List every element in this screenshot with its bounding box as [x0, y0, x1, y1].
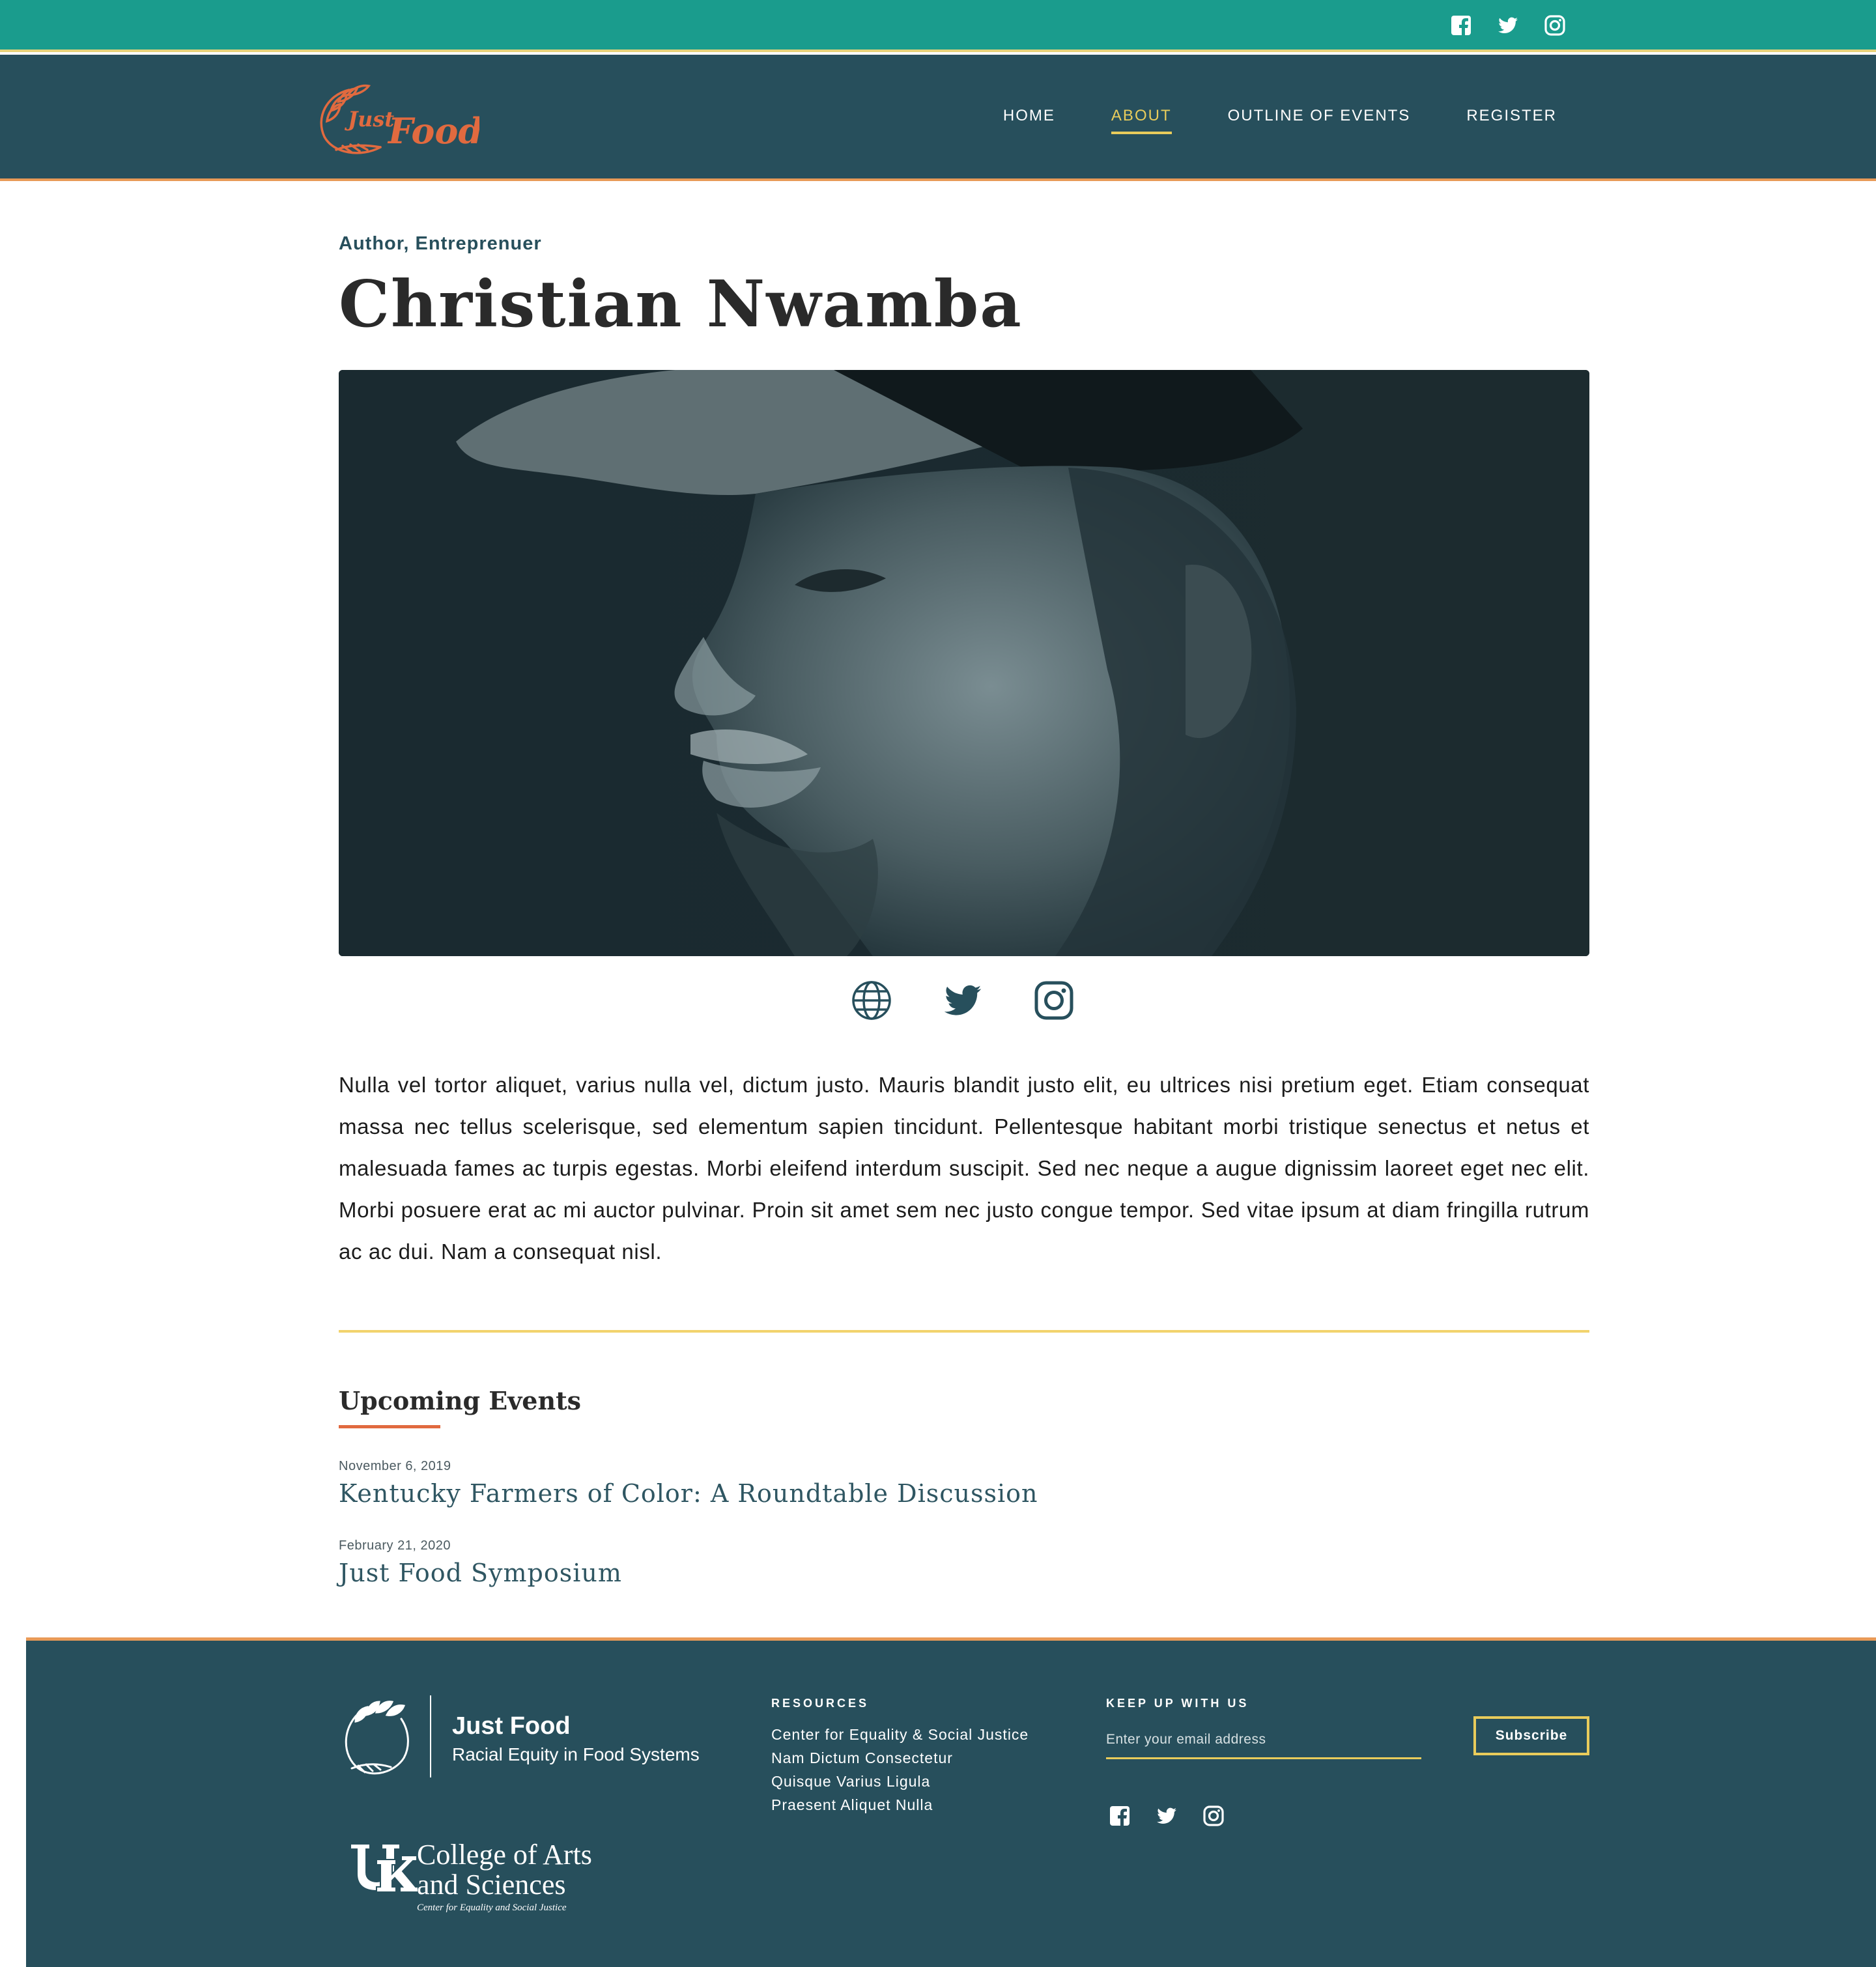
event-date: February 21, 2020 — [339, 1538, 451, 1553]
college-line-1: College of Arts — [417, 1839, 592, 1871]
profile-photo — [339, 370, 1589, 956]
resource-link[interactable]: Praesent Aliquet Nulla — [771, 1793, 1029, 1817]
twitter-icon[interactable] — [1497, 14, 1519, 36]
instagram-icon[interactable] — [1544, 14, 1566, 36]
site-footer: Just Food Racial Equity in Food Systems … — [26, 1637, 1876, 1967]
upcoming-events-heading: Upcoming Events — [339, 1386, 582, 1415]
event-date: November 6, 2019 — [339, 1459, 451, 1473]
top-bar — [0, 0, 1876, 52]
profile-social-links — [851, 980, 1075, 1021]
facebook-icon[interactable] — [1109, 1805, 1131, 1827]
section-divider — [339, 1330, 1589, 1333]
college-text: College of Arts and Sciences Center for … — [417, 1840, 592, 1914]
svg-text:Just: Just — [344, 107, 394, 132]
resource-link[interactable]: Nam Dictum Consectetur — [771, 1746, 1029, 1770]
instagram-icon[interactable] — [1033, 980, 1075, 1021]
profile-name: Christian Nwamba — [339, 267, 1023, 342]
instagram-icon[interactable] — [1202, 1805, 1225, 1827]
nav-about[interactable]: ABOUT — [1111, 107, 1172, 134]
resources-heading: RESOURCES — [771, 1697, 870, 1710]
globe-icon[interactable] — [851, 980, 892, 1021]
twitter-icon[interactable] — [1156, 1805, 1178, 1827]
resources-list: Center for Equality & Social Justice Nam… — [771, 1723, 1029, 1817]
main-nav: Just Food HOME ABOUT OUTLINE OF EVENTS R… — [0, 55, 1876, 181]
profile-role: Author, Entreprenuer — [339, 233, 542, 254]
footer-divider-line — [430, 1695, 431, 1777]
event-item: February 21, 2020 Just Food Symposium — [339, 1538, 622, 1587]
nav-register[interactable]: REGISTER — [1466, 107, 1557, 134]
footer-brand: Just Food Racial Equity in Food Systems — [452, 1712, 700, 1765]
event-item: November 6, 2019 Kentucky Farmers of Col… — [339, 1459, 1038, 1508]
email-field[interactable] — [1106, 1721, 1421, 1759]
subscribe-button[interactable]: Subscribe — [1473, 1716, 1589, 1755]
uk-logo[interactable] — [348, 1841, 419, 1893]
nav-menu: HOME ABOUT OUTLINE OF EVENTS REGISTER — [1003, 107, 1557, 134]
nav-outline-of-events[interactable]: OUTLINE OF EVENTS — [1228, 107, 1411, 134]
event-title-link[interactable]: Kentucky Farmers of Color: A Roundtable … — [339, 1479, 1038, 1508]
college-line-3: Center for Equality and Social Justice — [417, 1903, 567, 1913]
footer-wheat-logo[interactable] — [339, 1695, 410, 1780]
resource-link[interactable]: Center for Equality & Social Justice — [771, 1723, 1029, 1746]
footer-brand-subtitle: Racial Equity in Food Systems — [452, 1744, 700, 1764]
resource-link[interactable]: Quisque Varius Ligula — [771, 1770, 1029, 1793]
twitter-icon[interactable] — [942, 980, 984, 1021]
svg-text:Food: Food — [387, 110, 479, 152]
just-food-logo[interactable]: Just Food — [310, 76, 483, 160]
facebook-icon[interactable] — [1450, 14, 1472, 36]
heading-underline — [339, 1425, 440, 1428]
event-title-link[interactable]: Just Food Symposium — [339, 1559, 622, 1587]
footer-brand-title: Just Food — [452, 1712, 571, 1740]
top-social-links — [1450, 14, 1566, 36]
footer-social-links — [1109, 1805, 1225, 1827]
keep-up-heading: KEEP UP WITH US — [1106, 1697, 1249, 1710]
profile-bio: Nulla vel tortor aliquet, varius nulla v… — [339, 1073, 1589, 1264]
nav-home[interactable]: HOME — [1003, 107, 1055, 134]
college-line-2: and Sciences — [417, 1869, 566, 1901]
